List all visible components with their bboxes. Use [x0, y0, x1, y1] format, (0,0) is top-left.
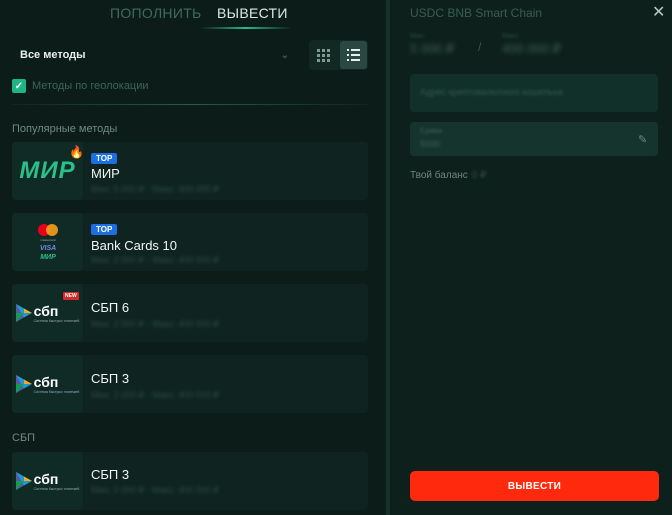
method-limits: Мин: 2 000 ₽ · Макс: 400 000 ₽	[91, 390, 220, 400]
amount-input[interactable]: Сумма 5000 ✎	[410, 122, 658, 156]
section-title-sbp: СБП	[12, 432, 36, 444]
new-badge: NEW	[63, 292, 79, 300]
sbp-subtext: Система быстрых платежей	[33, 390, 80, 394]
max-limit: Макс. 400 000 ₽	[502, 33, 561, 57]
method-limits: Мин: 2 000 ₽ · Макс: 400 000 ₽	[91, 485, 220, 495]
sbp-logo: сбп Система быстрых платежей	[12, 452, 83, 510]
method-filter-dropdown[interactable]: Все методы ⌄	[12, 42, 297, 68]
sbp-icon	[15, 304, 32, 322]
method-limits: Мин: 2 000 ₽ · Макс: 400 000 ₽	[91, 255, 220, 265]
sbp-text: сбп	[33, 471, 59, 487]
min-limit: Мин. 5 000 ₽	[410, 33, 454, 57]
section-title-popular: Популярные методы	[12, 123, 118, 135]
sbp-icon	[15, 375, 32, 393]
sbp-text: сбп	[33, 303, 59, 319]
method-filter-value: Все методы	[20, 49, 86, 61]
amount-label: Сумма	[420, 128, 442, 135]
top-badge: TOP	[91, 224, 118, 235]
method-limits: Мин: 5 000 ₽ · Макс: 400 000 ₽	[91, 184, 220, 194]
panel-title: USDC BNB Smart Chain	[410, 6, 543, 20]
active-tab-indicator	[200, 27, 292, 29]
tabs: ПОПОЛНИТЬ ВЫВЕСТИ	[0, 0, 392, 30]
mir-small-text: МИР	[40, 254, 56, 261]
method-name: СБП 3	[91, 467, 130, 482]
min-limit-label: Мин.	[410, 33, 426, 40]
divider	[12, 104, 368, 105]
method-card-bank-cards-10[interactable]: mastercard VISA МИР TOP Bank Cards 10 Ми…	[12, 213, 368, 271]
sbp-logo: сбп Система быстрых платежей NEW	[12, 284, 83, 342]
max-limit-value: 400 000 ₽	[502, 41, 561, 56]
min-limit-value: 5 000 ₽	[410, 41, 455, 56]
wallet-address-input[interactable]: Адрес криптовалютного кошелька	[410, 74, 658, 112]
scrollbar[interactable]	[386, 0, 390, 515]
max-limit-label: Макс.	[502, 33, 521, 40]
sbp-logo: сбп Система быстрых платежей	[12, 355, 83, 413]
grid-icon	[317, 48, 331, 62]
withdraw-button[interactable]: ВЫВЕСТИ	[410, 471, 659, 501]
method-name: МИР	[91, 166, 120, 181]
tab-deposit[interactable]: ПОПОЛНИТЬ	[110, 5, 202, 21]
mastercard-text: mastercard	[40, 238, 55, 242]
sbp-subtext: Система быстрых платежей	[33, 319, 80, 323]
method-name: СБП 3	[91, 371, 130, 386]
top-badge: TOP	[91, 153, 118, 164]
method-card-sbp-3[interactable]: сбп Система быстрых платежей СБП 3 Мин: …	[12, 355, 368, 413]
method-name: Bank Cards 10	[91, 238, 177, 253]
balance-label: Твой баланс	[410, 170, 468, 181]
mastercard-visa-mir-icon: mastercard VISA МИР	[37, 224, 58, 261]
visa-text: VISA	[39, 245, 55, 252]
view-toggle	[309, 40, 368, 70]
edit-icon[interactable]: ✎	[638, 133, 647, 146]
list-view-button[interactable]	[339, 41, 367, 69]
chevron-down-icon: ⌄	[280, 49, 289, 61]
sbp-subtext: Система быстрых платежей	[33, 487, 80, 491]
sbp-text: сбп	[33, 374, 59, 390]
close-icon[interactable]: ✕	[652, 2, 665, 22]
method-limits: Мин: 2 000 ₽ · Макс: 400 000 ₽	[91, 319, 220, 329]
balance-value: 0 ₽	[471, 170, 487, 181]
geo-filter[interactable]: ✓ Методы по геолокации	[12, 79, 149, 93]
method-name: СБП 6	[91, 300, 130, 315]
method-card-sbp-3-alt[interactable]: сбп Система быстрых платежей СБП 3 Мин: …	[12, 452, 368, 510]
bank-cards-logo: mastercard VISA МИР	[12, 213, 83, 271]
list-icon	[346, 49, 360, 61]
geo-filter-label: Методы по геолокации	[32, 80, 149, 92]
method-card-sbp-6[interactable]: сбп Система быстрых платежей NEW СБП 6 М…	[12, 284, 368, 342]
withdraw-panel: USDC BNB Smart Chain ✕ Мин. 5 000 ₽ / Ма…	[392, 0, 672, 515]
limit-separator: /	[478, 40, 482, 54]
methods-panel: ПОПОЛНИТЬ ВЫВЕСТИ Все методы ⌄ ✓ Методы …	[0, 0, 392, 515]
tab-withdraw[interactable]: ВЫВЕСТИ	[217, 5, 288, 21]
mir-logo: МИР 🔥	[12, 142, 84, 200]
geo-filter-checkbox[interactable]: ✓	[12, 79, 26, 93]
sbp-icon	[15, 472, 32, 490]
amount-value: 5000	[420, 139, 441, 149]
method-card-mir[interactable]: МИР 🔥 TOP МИР Мин: 5 000 ₽ · Макс: 400 0…	[12, 142, 368, 200]
wallet-address-placeholder: Адрес криптовалютного кошелька	[420, 87, 563, 97]
balance: Твой баланс 0 ₽	[410, 170, 486, 181]
fire-icon: 🔥	[69, 145, 84, 159]
grid-view-button[interactable]	[310, 41, 338, 69]
mir-logo-text: МИР	[19, 157, 76, 184]
